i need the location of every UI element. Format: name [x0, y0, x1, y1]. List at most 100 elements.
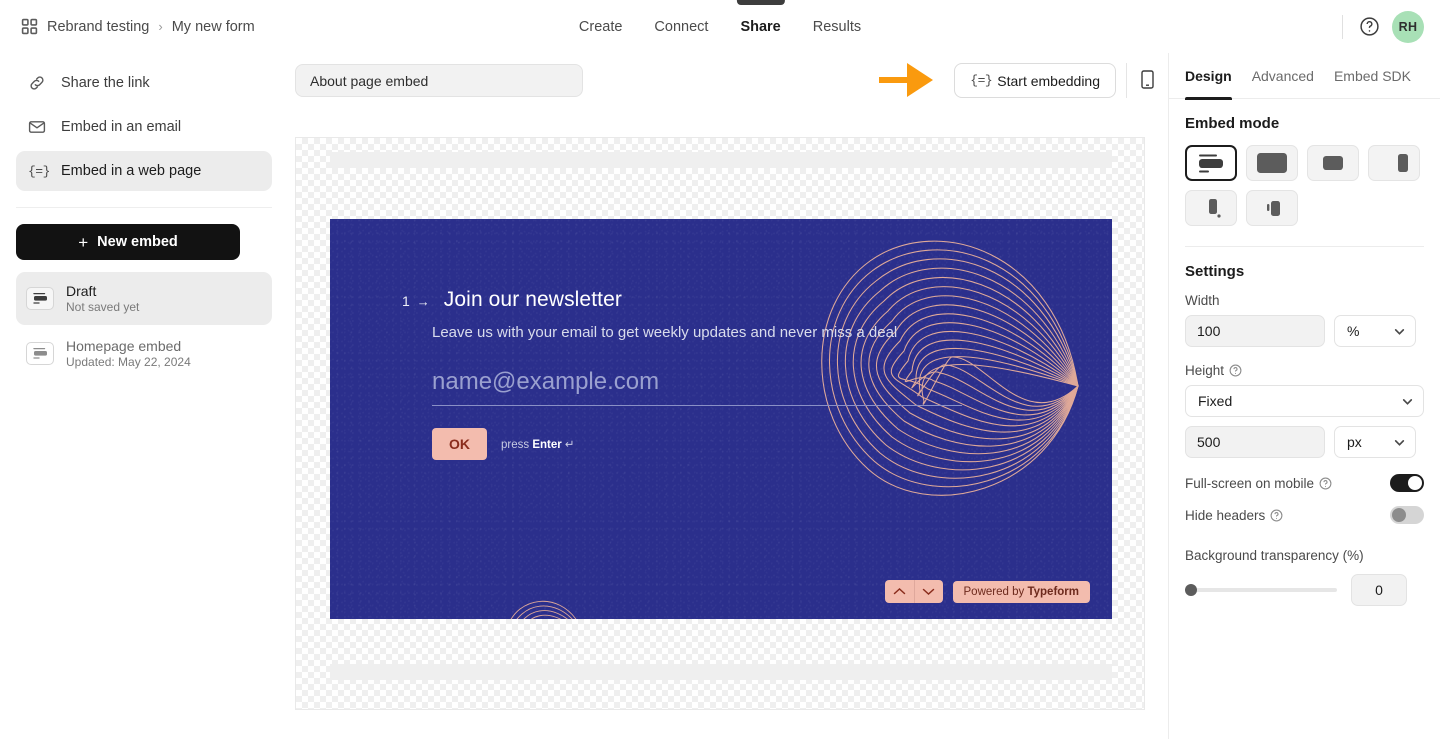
- embed-mode-slider-button[interactable]: [1368, 145, 1420, 181]
- popover-embed-icon: [1209, 199, 1221, 218]
- embed-list-item-draft[interactable]: Draft Not saved yet: [16, 272, 272, 325]
- embed-mode-full-page-button[interactable]: [1246, 145, 1298, 181]
- embed-mode-popup-button[interactable]: [1307, 145, 1359, 181]
- placeholder-bar-top: [330, 152, 1112, 168]
- breadcrumb-workspace[interactable]: Rebrand testing: [47, 19, 149, 35]
- toggle-knob: [1408, 476, 1422, 490]
- slider-thumb[interactable]: [1185, 584, 1197, 596]
- tab-connect[interactable]: Connect: [654, 0, 708, 53]
- help-icon[interactable]: [1359, 16, 1380, 37]
- background-transparency-slider[interactable]: [1185, 584, 1337, 596]
- tab-embed-sdk[interactable]: Embed SDK: [1334, 53, 1411, 99]
- question-subtitle: Leave us with your email to get weekly u…: [432, 324, 898, 341]
- slider-embed-icon: [1398, 154, 1408, 172]
- sidebar-item-embed-in-an-email[interactable]: Embed in an email: [16, 107, 272, 147]
- hide-headers-toggle[interactable]: [1390, 506, 1424, 524]
- question-header: 1 → Join our newsletter: [402, 288, 962, 312]
- width-unit-value: %: [1347, 323, 1360, 339]
- toggle-knob: [1392, 508, 1406, 522]
- mobile-preview-button[interactable]: [1126, 63, 1158, 98]
- fullscreen-on-mobile-toggle[interactable]: [1390, 474, 1424, 492]
- embed-item-texts: Homepage embed Updated: May 22, 2024: [66, 338, 191, 369]
- orange-pointer-arrow-annotation: [879, 63, 933, 97]
- help-tooltip-icon[interactable]: [1319, 477, 1332, 490]
- embed-item-subtitle: Updated: May 22, 2024: [66, 355, 191, 369]
- divider: [1185, 246, 1424, 247]
- embed-mode-heading: Embed mode: [1185, 115, 1280, 132]
- embed-item-subtitle: Not saved yet: [66, 300, 140, 314]
- settings-body: Embed mode Settings Width 100 % Height F…: [1169, 99, 1440, 622]
- plus-icon: +: [78, 232, 89, 252]
- link-icon: [28, 74, 46, 92]
- form-navigation-buttons: [884, 580, 943, 603]
- width-unit-select[interactable]: %: [1334, 315, 1416, 347]
- width-input[interactable]: [1185, 315, 1325, 347]
- sidebar-item-embed-in-a-web-page[interactable]: {=} Embed in a web page: [16, 151, 272, 191]
- background-transparency-input[interactable]: [1351, 574, 1407, 606]
- embed-mode-inline-button[interactable]: [1185, 145, 1237, 181]
- hide-headers-row: Hide headers: [1185, 506, 1424, 524]
- question-arrow-icon: →: [416, 294, 430, 309]
- hide-headers-label: Hide headers: [1185, 508, 1283, 523]
- chevron-down-icon: [1394, 328, 1405, 335]
- background-transparency-row: [1185, 574, 1424, 606]
- question-number: 1: [402, 293, 410, 309]
- top-bar: Rebrand testing › My new form Create Con…: [0, 0, 1440, 53]
- height-label: Height: [1185, 363, 1424, 378]
- spiral-decoration-small: [510, 600, 577, 619]
- placeholder-bar-bottom: [330, 664, 1112, 680]
- fullscreen-label: Full-screen on mobile: [1185, 476, 1332, 491]
- settings-heading: Settings: [1185, 263, 1245, 280]
- embed-name-input[interactable]: [295, 64, 583, 97]
- width-label: Width: [1185, 293, 1220, 308]
- sidebar-item-share-the-link[interactable]: Share the link: [16, 63, 272, 103]
- embed-mode-popover-button[interactable]: [1185, 190, 1237, 226]
- form-question-block: 1 → Join our newsletter Leave us with yo…: [402, 288, 962, 460]
- powered-by-typeform-badge[interactable]: Powered by Typeform: [952, 580, 1090, 603]
- new-embed-label: New embed: [97, 234, 178, 250]
- preview-toolbar-right: {=} Start embedding: [954, 53, 1158, 108]
- tab-create[interactable]: Create: [579, 0, 623, 53]
- top-bar-right: RH: [1342, 0, 1424, 53]
- settings-panel: Design Advanced Embed SDK Embed mode Set…: [1168, 53, 1440, 739]
- start-embedding-button[interactable]: {=} Start embedding: [954, 63, 1116, 98]
- embed-mode-options: [1185, 145, 1421, 226]
- start-embedding-label: Start embedding: [997, 72, 1100, 89]
- sidebar-label: Share the link: [61, 75, 150, 91]
- previous-question-button[interactable]: [885, 580, 914, 603]
- divider: [1342, 14, 1343, 39]
- help-tooltip-icon[interactable]: [1229, 364, 1242, 377]
- height-unit-select[interactable]: px: [1334, 426, 1416, 458]
- sidebar-label: Embed in an email: [61, 119, 182, 135]
- envelope-icon: [28, 118, 46, 136]
- ok-button[interactable]: OK: [432, 428, 487, 460]
- height-input[interactable]: [1185, 426, 1325, 458]
- embed-list-item-homepage-embed[interactable]: Homepage embed Updated: May 22, 2024: [16, 327, 272, 380]
- tab-share[interactable]: Share: [740, 0, 780, 53]
- height-mode-select[interactable]: Fixed: [1185, 385, 1424, 417]
- typeform-embed-frame[interactable]: 1 → Join our newsletter Leave us with yo…: [330, 219, 1112, 619]
- breadcrumb-form-name[interactable]: My new form: [172, 19, 255, 35]
- avatar[interactable]: RH: [1392, 10, 1424, 43]
- email-placeholder-text: name@example.com: [432, 368, 660, 395]
- embed-mode-side-tab-button[interactable]: [1246, 190, 1298, 226]
- question-actions: OK press Enter ↵: [432, 428, 962, 460]
- code-brackets-icon: {=}: [28, 163, 50, 179]
- tab-advanced[interactable]: Advanced: [1252, 53, 1314, 99]
- workspace-grid-icon[interactable]: [21, 18, 38, 35]
- background-transparency-label: Background transparency (%): [1185, 548, 1364, 563]
- fullscreen-on-mobile-row: Full-screen on mobile: [1185, 474, 1424, 492]
- help-tooltip-icon[interactable]: [1270, 509, 1283, 522]
- new-embed-button[interactable]: + New embed: [16, 224, 240, 260]
- share-sidebar: Share the link Embed in an email {=} Emb…: [0, 53, 288, 739]
- tab-design[interactable]: Design: [1185, 53, 1232, 100]
- preview-area: {=} Start embedding: [288, 53, 1168, 739]
- height-unit-value: px: [1347, 434, 1362, 450]
- code-brackets-icon: {=}: [970, 73, 993, 88]
- breadcrumb-separator: ›: [158, 19, 163, 34]
- email-answer-field[interactable]: name@example.com: [432, 368, 962, 406]
- question-title: Join our newsletter: [443, 288, 622, 311]
- tab-results[interactable]: Results: [813, 0, 861, 53]
- next-question-button[interactable]: [913, 580, 943, 603]
- breadcrumb: Rebrand testing › My new form: [21, 18, 255, 35]
